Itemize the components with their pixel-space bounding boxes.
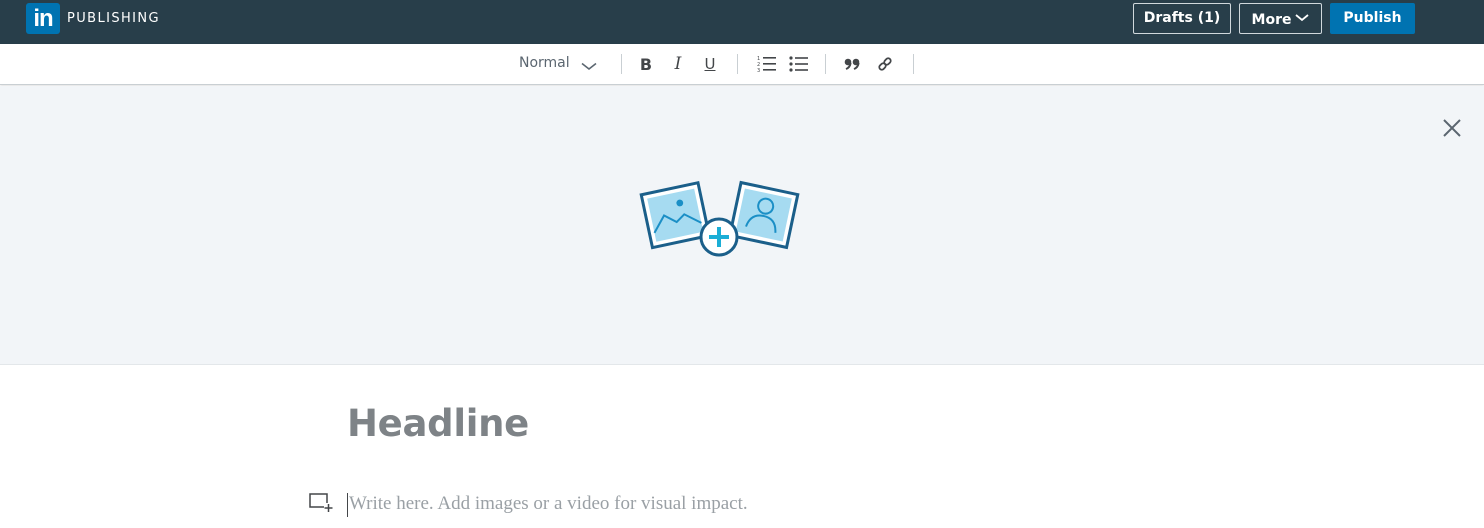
chevron-down-icon[interactable]: [581, 58, 597, 76]
bulleted-list-icon[interactable]: [788, 54, 810, 74]
add-cover-image-icon[interactable]: [638, 180, 800, 262]
more-button-label: More: [1251, 12, 1292, 28]
linkedin-logo[interactable]: in: [26, 3, 60, 34]
toolbar-divider: [737, 54, 738, 74]
toolbar-divider: [621, 54, 622, 74]
chevron-down-icon: [1295, 4, 1310, 33]
italic-icon[interactable]: I: [667, 54, 689, 74]
formatting-toolbar: Normal B I U 1 2 3: [0, 44, 1484, 85]
publish-button[interactable]: Publish: [1330, 3, 1415, 34]
link-icon[interactable]: [874, 54, 896, 74]
drafts-button-label: Drafts (1): [1143, 10, 1221, 26]
more-button[interactable]: More: [1239, 3, 1322, 34]
drafts-button[interactable]: Drafts (1): [1133, 3, 1231, 34]
underline-icon[interactable]: U: [699, 54, 721, 74]
svg-text:3: 3: [757, 68, 760, 73]
publishing-label: PUBLISHING: [67, 11, 161, 26]
headline-input[interactable]: Headline: [347, 402, 529, 445]
text-style-dropdown[interactable]: Normal: [519, 55, 570, 71]
numbered-list-icon[interactable]: 1 2 3: [756, 54, 778, 74]
cover-image-area[interactable]: [0, 86, 1484, 365]
publish-button-label: Publish: [1343, 10, 1402, 26]
toolbar-divider: [913, 54, 914, 74]
bold-icon[interactable]: B: [635, 54, 657, 74]
body-text-input[interactable]: Write here. Add images or a video for vi…: [347, 493, 748, 517]
top-bar: in PUBLISHING Drafts (1) More Publish: [0, 0, 1484, 44]
close-icon[interactable]: [1441, 117, 1463, 139]
add-media-icon[interactable]: [309, 491, 333, 513]
toolbar-divider: [825, 54, 826, 74]
quote-icon[interactable]: [842, 54, 864, 74]
